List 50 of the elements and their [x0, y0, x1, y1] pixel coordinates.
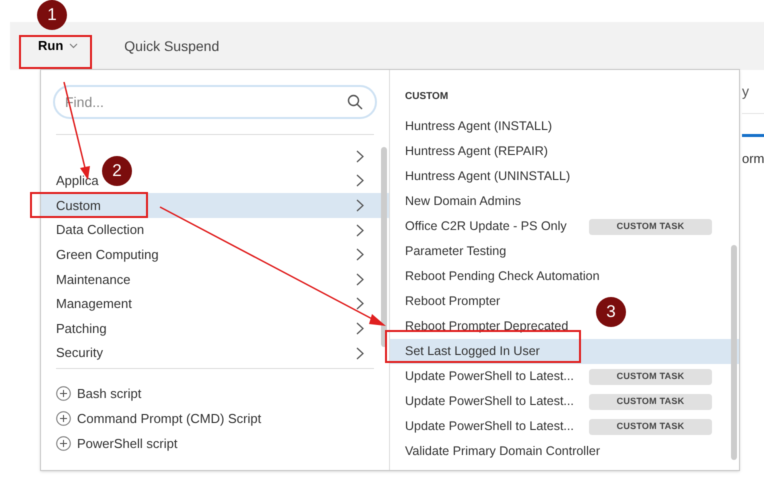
task-item[interactable]: Set Last Logged In User: [405, 342, 540, 361]
category-item[interactable]: Applica: [56, 171, 99, 191]
chevron-right-icon: [356, 322, 364, 335]
plus-circle-icon: [56, 386, 71, 401]
chevron-right-icon: [356, 346, 364, 360]
section-heading: orm: [742, 150, 764, 168]
category-item[interactable]: Patching: [56, 318, 107, 338]
category-item[interactable]: Data Collection: [56, 220, 144, 240]
chevron-right-icon: [356, 248, 364, 262]
run-button[interactable]: Run: [38, 36, 78, 56]
custom-task-tag: CUSTOM TASK: [589, 218, 712, 234]
tab-underline: [742, 134, 764, 137]
chevron-right-icon: [356, 174, 364, 188]
new-script-item[interactable]: Bash script: [41, 381, 389, 406]
new-script-item[interactable]: PowerShell script: [41, 431, 389, 456]
task-item[interactable]: Huntress Agent (UNINSTALL): [405, 167, 570, 186]
custom-task-tag: CUSTOM TASK: [589, 418, 712, 434]
tab[interactable]: y: [742, 70, 764, 114]
custom-task-tag: CUSTOM TASK: [589, 368, 712, 384]
chevron-right-icon: [356, 224, 364, 237]
task-item[interactable]: Huntress Agent (INSTALL): [405, 117, 552, 136]
section-title: CUSTOM: [405, 90, 450, 104]
chevron-right-icon: [356, 198, 364, 212]
task-item[interactable]: Reboot Prompter: [405, 292, 500, 311]
category-item[interactable]: Management: [56, 294, 132, 314]
category-item[interactable]: Security: [56, 343, 103, 360]
task-item[interactable]: Reboot Prompter Deprecated: [405, 317, 568, 336]
step-marker: 1: [37, 0, 67, 30]
custom-task-tag: CUSTOM TASK: [589, 394, 712, 410]
plus-circle-icon: [56, 411, 71, 426]
chevron-right-icon: [356, 150, 364, 163]
task-item[interactable]: Huntress Agent (REPAIR): [405, 142, 548, 161]
chevron-right-icon: [356, 272, 364, 286]
task-item[interactable]: Update PowerShell to Latest...: [405, 392, 574, 411]
quick-suspend-button[interactable]: Quick Suspend: [124, 36, 220, 56]
plus-circle-icon: [56, 436, 71, 451]
chevron-right-icon: [356, 297, 364, 310]
task-item[interactable]: Update PowerShell to Latest...: [405, 417, 574, 436]
search-icon: [347, 94, 363, 110]
category-item[interactable]: Green Computing: [56, 244, 159, 264]
task-item[interactable]: Validate Primary Domain Controller: [405, 442, 600, 461]
task-item[interactable]: New Domain Admins: [405, 192, 522, 211]
task-item[interactable]: Update PowerShell to Latest...: [405, 367, 574, 386]
task-item[interactable]: Parameter Testing: [405, 242, 506, 261]
new-script-item[interactable]: Command Prompt (CMD) Script: [41, 406, 389, 431]
caret-icon: [69, 43, 78, 49]
category-item[interactable]: Custom: [56, 196, 101, 216]
task-item[interactable]: Office C2R Update - PS Only: [405, 217, 567, 236]
task-item[interactable]: Reboot Pending Check Automation: [405, 267, 600, 286]
category-item[interactable]: Maintenance: [56, 270, 130, 290]
